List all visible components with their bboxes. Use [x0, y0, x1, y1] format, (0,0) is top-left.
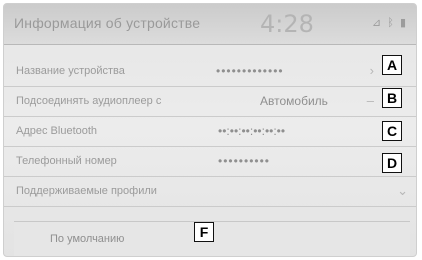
- signal-icon: ⊿: [372, 17, 382, 29]
- header-bar: Информация об устройстве 4:28 ⊿ ᛒ ▮: [4, 4, 416, 45]
- connect-audio-player-label: Подсоединять аудиоплеер с: [16, 95, 162, 107]
- bluetooth-address-row: Адрес Bluetooth ••:••:••:••:••:••: [4, 116, 416, 147]
- callout-d: D: [382, 153, 402, 173]
- callout-c: C: [382, 121, 402, 141]
- connect-audio-player-row[interactable]: Подсоединять аудиоплеер с Автомобиль –: [4, 86, 416, 117]
- phone-number-value: ••••••••••: [218, 154, 271, 168]
- supported-profiles-label: Поддерживаемые профили: [16, 185, 157, 197]
- callout-f: F: [194, 222, 214, 242]
- battery-icon: ▮: [399, 17, 407, 29]
- phone-number-label: Телефонный номер: [16, 155, 117, 167]
- bluetooth-address-value: ••:••:••:••:••:••: [218, 124, 286, 138]
- callout-b: B: [382, 88, 402, 108]
- bluetooth-icon: ᛒ: [387, 17, 394, 29]
- device-info-screen: Информация об устройстве 4:28 ⊿ ᛒ ▮ Назв…: [3, 3, 417, 257]
- callout-a: A: [382, 55, 402, 75]
- phone-number-row: Телефонный номер ••••••••••: [4, 146, 416, 177]
- status-icons: ⊿ ᛒ ▮: [372, 16, 409, 29]
- dropdown-dash-icon: –: [366, 93, 374, 108]
- device-name-row[interactable]: Название устройства ••••••••••••• ›: [4, 56, 416, 87]
- default-button-label: По умолчанию: [50, 233, 125, 245]
- edit-arrow-icon: ›: [369, 63, 374, 78]
- bluetooth-address-label: Адрес Bluetooth: [16, 125, 98, 137]
- page-title: Информация об устройстве: [14, 15, 201, 31]
- connect-audio-player-value: Автомобиль: [260, 94, 328, 108]
- supported-profiles-row[interactable]: Поддерживаемые профили ⌄: [4, 176, 416, 207]
- clock: 4:28: [260, 10, 314, 38]
- expand-chevron-icon: ⌄: [397, 183, 408, 198]
- device-name-label: Название устройства: [16, 65, 125, 77]
- device-name-value: •••••••••••••: [216, 64, 284, 78]
